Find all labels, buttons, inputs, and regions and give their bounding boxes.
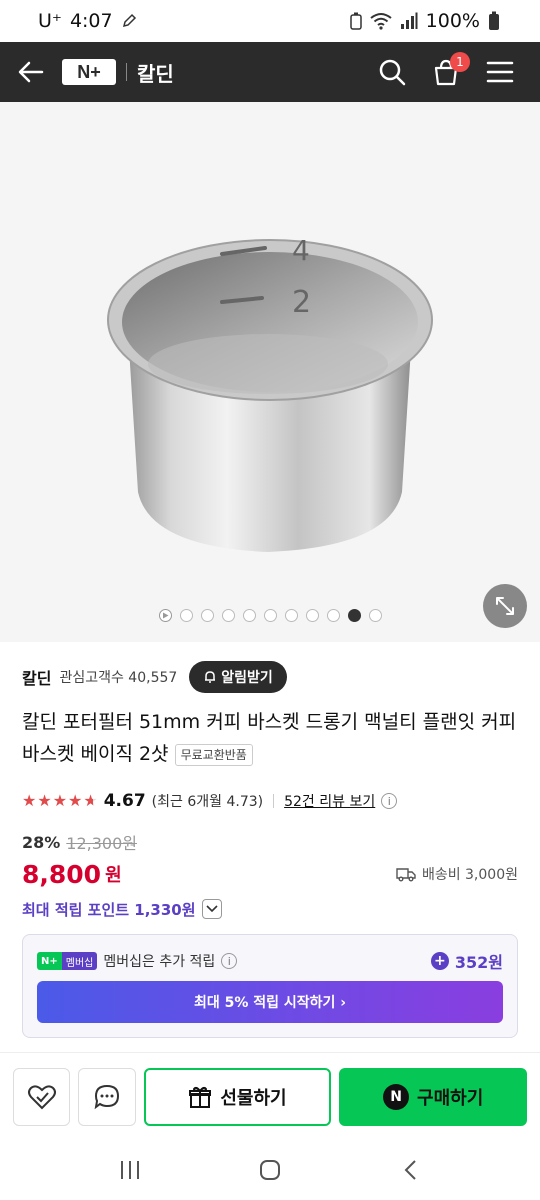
clock: 4:07	[69, 10, 113, 32]
battery-icon	[489, 11, 499, 30]
back-button[interactable]	[0, 42, 62, 102]
bottom-action-bar: 선물하기 N 구매하기	[0, 1052, 540, 1140]
price-row: 8,800 원 배송비 3,000원	[22, 856, 518, 892]
pagination-dot[interactable]	[263, 609, 277, 622]
wifi-icon	[370, 13, 392, 30]
price-unit: 원	[105, 865, 122, 886]
buy-label: 구매하기	[417, 1087, 484, 1109]
pagination-dot[interactable]	[326, 609, 340, 622]
star-icon: ★	[22, 791, 37, 810]
free-return-badge: 무료교환반품	[174, 743, 253, 766]
arrow-left-icon	[18, 61, 44, 83]
membership-badge-right: 멤버십	[61, 952, 98, 970]
membership-badge: N+ 멤버십	[37, 952, 98, 970]
system-nav-bar	[0, 1140, 540, 1200]
pagination-dot[interactable]	[242, 609, 256, 622]
membership-box: N+ 멤버십 멤버십은 추가 적립 i + 352원 최대 5% 적립 시작하기…	[22, 934, 518, 1038]
recent-rating: (최근 6개월 4.73)	[151, 794, 264, 810]
follower-count: 관심고객수 40,557	[59, 670, 178, 686]
pagination-dot[interactable]	[305, 609, 319, 622]
product-title-text: 칼딘 포터필터 51mm 커피 바스켓 드롱기 맥널티 플랜잇 커피 바스켓 베…	[22, 711, 517, 765]
seller-name[interactable]: 칼딘	[22, 665, 51, 689]
naver-plus-logo[interactable]: N+	[62, 59, 116, 85]
cart-count-badge: 1	[450, 52, 470, 72]
battery-label: 100%	[425, 10, 480, 32]
star-icon: ★	[52, 791, 68, 810]
pagination-dot[interactable]	[221, 609, 235, 622]
rating-value: 4.67	[103, 791, 146, 811]
membership-badge-left: N+	[37, 952, 62, 970]
star-icon: ★	[68, 791, 83, 810]
bell-plus-icon	[205, 671, 216, 683]
membership-text: 멤버십은 추가 적립	[103, 954, 216, 970]
edit-icon	[122, 13, 136, 28]
recent-apps-icon	[121, 1161, 139, 1179]
pagination-dot[interactable]	[347, 609, 361, 622]
info-icon[interactable]: i	[221, 953, 238, 969]
shipping-fee: 배송비 3,000원	[421, 867, 518, 883]
sale-price: 8,800	[22, 859, 102, 889]
home-icon	[260, 1160, 280, 1180]
membership-points: + 352원	[430, 949, 503, 973]
shipping-info: 배송비 3,000원	[396, 864, 518, 884]
cart-button[interactable]: 1	[428, 52, 470, 90]
buy-button[interactable]: N 구매하기	[339, 1067, 527, 1126]
max-points: 최대 적립 포인트 1,330원	[22, 900, 196, 919]
naver-pay-badge: N	[383, 1083, 410, 1110]
rating-row: ★ ★ ★ ★ ★ 4.67 (최근 6개월 4.73) 52건 리뷰 보기 i	[22, 788, 398, 814]
store-name[interactable]: 칼딘	[137, 58, 174, 87]
status-bar: U⁺ 4:07 100%	[0, 0, 540, 42]
gift-icon	[189, 1086, 212, 1108]
info-icon[interactable]: i	[381, 793, 398, 809]
filter-basket-illustration: 4 2	[107, 234, 433, 552]
image-pagination	[0, 609, 540, 627]
star-rating: ★ ★ ★ ★ ★	[22, 793, 98, 809]
search-icon	[379, 59, 406, 86]
notify-button[interactable]: 알림받기	[189, 661, 287, 693]
pagination-dot[interactable]	[200, 609, 214, 622]
wishlist-button[interactable]	[13, 1067, 71, 1126]
divider	[126, 63, 127, 81]
gift-button[interactable]: 선물하기	[143, 1067, 332, 1126]
video-dot[interactable]	[158, 609, 172, 622]
product-title: 칼딘 포터필터 51mm 커피 바스켓 드롱기 맥널티 플랜잇 커피 바스켓 베…	[22, 706, 522, 770]
chevron-left-icon	[404, 1160, 416, 1180]
chat-bubble-icon	[94, 1084, 119, 1109]
svg-text:4: 4	[292, 234, 310, 267]
menu-button[interactable]	[482, 54, 518, 90]
discount-row: 28% 12,300원	[22, 830, 137, 854]
gift-label: 선물하기	[220, 1087, 287, 1109]
max-points-row[interactable]: 최대 적립 포인트 1,330원	[22, 896, 222, 922]
signal-icon	[400, 12, 418, 29]
truck-icon	[396, 868, 416, 882]
carrier-label: U⁺	[38, 10, 62, 32]
back-nav-button[interactable]	[380, 1148, 440, 1192]
pagination-dot[interactable]	[179, 609, 193, 622]
notify-label: 알림받기	[221, 670, 273, 686]
pagination-dot[interactable]	[368, 609, 382, 622]
chat-button[interactable]	[78, 1067, 136, 1126]
pagination-dot[interactable]	[284, 609, 298, 622]
star-icon: ★	[37, 791, 52, 810]
membership-start-button[interactable]: 최대 5% 적립 시작하기 ›	[37, 981, 503, 1023]
home-button[interactable]	[240, 1148, 300, 1192]
product-image[interactable]: 4 2	[0, 102, 540, 642]
discount-percent: 28%	[22, 832, 61, 852]
heart-check-icon	[27, 1084, 56, 1109]
chevron-down-icon[interactable]	[201, 899, 222, 919]
seller-row: 칼딘 관심고객수 40,557 알림받기	[22, 660, 518, 694]
review-link[interactable]: 52건 리뷰 보기	[284, 791, 375, 811]
recent-apps-button[interactable]	[100, 1148, 160, 1192]
plus-icon: +	[430, 952, 449, 970]
svg-text:2: 2	[292, 285, 311, 320]
membership-points-value: 352원	[454, 953, 503, 972]
search-button[interactable]	[374, 54, 410, 90]
star-icon: ★	[83, 791, 98, 810]
battery-saver-icon	[349, 12, 362, 30]
original-price: 12,300원	[66, 834, 138, 853]
hamburger-menu-icon	[486, 61, 514, 83]
divider	[273, 794, 275, 808]
app-bar: N+ 칼딘 1	[0, 42, 540, 102]
